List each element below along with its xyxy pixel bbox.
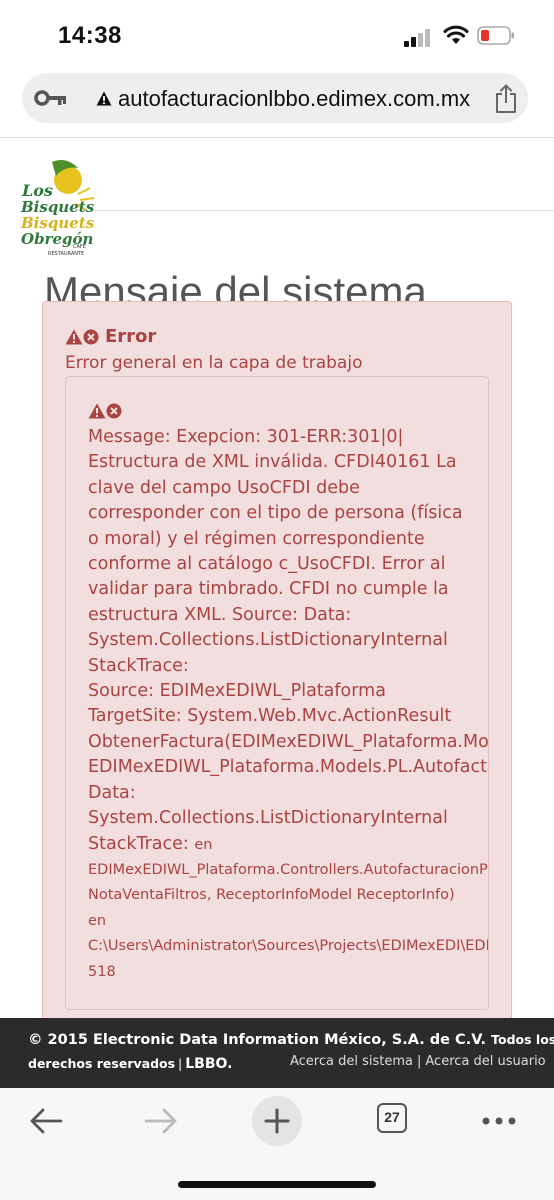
error-line: System.Collections.ListDictionaryInterna… (88, 630, 448, 651)
footer-rights: derechos reservados | LBBO. (28, 1056, 232, 1072)
error-line: o moral) y el régimen correspondiente (88, 528, 425, 549)
plus-icon (264, 1108, 290, 1134)
rights-text-b: derechos reservados (28, 1056, 176, 1071)
footer-links: Acerca del sistema | Acerca del usuario (290, 1054, 546, 1069)
share-icon[interactable] (494, 84, 518, 114)
stacktrace-en: en (194, 836, 213, 853)
new-tab-button[interactable] (252, 1096, 302, 1146)
warning-icon (65, 329, 83, 345)
cellular-signal-icon (404, 29, 434, 47)
error-line-small: C:\Users\Administrator\Sources\Projects\… (88, 938, 489, 955)
divider (90, 210, 554, 211)
error-line: Source: EDIMexEDIWL_Plataforma (88, 681, 386, 702)
status-time: 14:38 (58, 22, 122, 49)
rights-text-a: Todos los (491, 1032, 554, 1047)
brand-text: LBBO. (185, 1056, 233, 1072)
error-line: TargetSite: System.Web.Mvc.ActionResult (88, 706, 452, 727)
error-line: corresponder con el tipo de persona (fís… (88, 503, 463, 524)
about-system-link[interactable]: Acerca del sistema (290, 1054, 413, 1069)
wifi-icon (443, 25, 469, 44)
error-line: Data: (88, 782, 136, 803)
error-message: Message: Exepcion: 301-ERR:301|0| Estruc… (88, 425, 489, 985)
error-line: ObtenerFactura(EDIMexEDIWL_Plataforma.Mo… (88, 731, 489, 752)
error-line: Message: Exepcion: 301-ERR:301|0| (88, 427, 404, 447)
logo-text: RESTAURANTE (48, 251, 84, 257)
alert-title-label: Error (105, 326, 157, 347)
error-detail-box: Message: Exepcion: 301-ERR:301|0| Estruc… (65, 376, 489, 1010)
error-line: System.Collections.ListDictionaryInterna… (88, 808, 448, 829)
logo-text: CAFÉ (73, 242, 86, 250)
copyright-text: © 2015 Electronic Data Information Méxic… (28, 1032, 487, 1048)
error-line: Estructura de XML inválida. CFDI40161 La (88, 452, 457, 473)
battery-low-icon (477, 26, 514, 45)
forward-arrow-icon[interactable] (143, 1106, 179, 1136)
home-indicator (178, 1181, 376, 1188)
footer-copyright: © 2015 Electronic Data Information Méxic… (28, 1032, 554, 1048)
status-bar: 14:38 (0, 0, 554, 66)
error-line: EDIMexEDIWL_Plataforma.Models.PL.Autofac… (88, 757, 488, 778)
about-user-link[interactable]: Acerca del usuario (425, 1054, 545, 1069)
restaurant-logo[interactable]: Los Bisquets Bisquets Obregón CAFÉ RESTA… (18, 158, 98, 264)
error-alert: Error Error general en la capa de trabaj… (42, 301, 512, 1063)
error-line-small: 518 (88, 963, 116, 980)
error-line: StackTrace: (88, 655, 189, 676)
error-line: estructura XML. Source: Data: (88, 604, 352, 625)
separator: | (417, 1054, 422, 1069)
tab-switcher-button[interactable]: 27 (377, 1103, 407, 1133)
error-line-small: NotaVentaFiltros, ReceptorInfoModel Rece… (88, 887, 455, 904)
error-line: clave del campo UsoCFDI debe (88, 477, 360, 498)
error-circle-icon (83, 329, 99, 345)
error-line: StackTrace: en (88, 832, 488, 858)
detail-icons (88, 403, 128, 421)
site-footer: © 2015 Electronic Data Information Méxic… (0, 1018, 554, 1088)
error-circle-icon (106, 403, 122, 419)
back-arrow-icon[interactable] (28, 1106, 64, 1136)
divider (0, 137, 554, 138)
url-text[interactable]: autofacturacionlbbo.edimex.com.mx (118, 86, 470, 112)
warning-icon (88, 403, 106, 419)
stacktrace-label: StackTrace: (88, 833, 189, 854)
error-line: validar para timbrado. CFDI no cumple la (88, 579, 449, 600)
error-line-small: EDIMexEDIWL_Plataforma.Controllers.Autof… (88, 861, 488, 878)
alert-subtitle: Error general en la capa de trabajo (65, 353, 363, 373)
more-options-icon[interactable] (482, 1116, 516, 1126)
address-bar[interactable]: autofacturacionlbbo.edimex.com.mx (22, 73, 528, 123)
error-line-small: en (88, 912, 107, 929)
warning-icon (96, 91, 112, 106)
key-icon[interactable] (34, 89, 68, 107)
separator: | (178, 1056, 183, 1071)
error-line: conforme al catálogo c_UsoCFDI. Error al (88, 554, 446, 575)
